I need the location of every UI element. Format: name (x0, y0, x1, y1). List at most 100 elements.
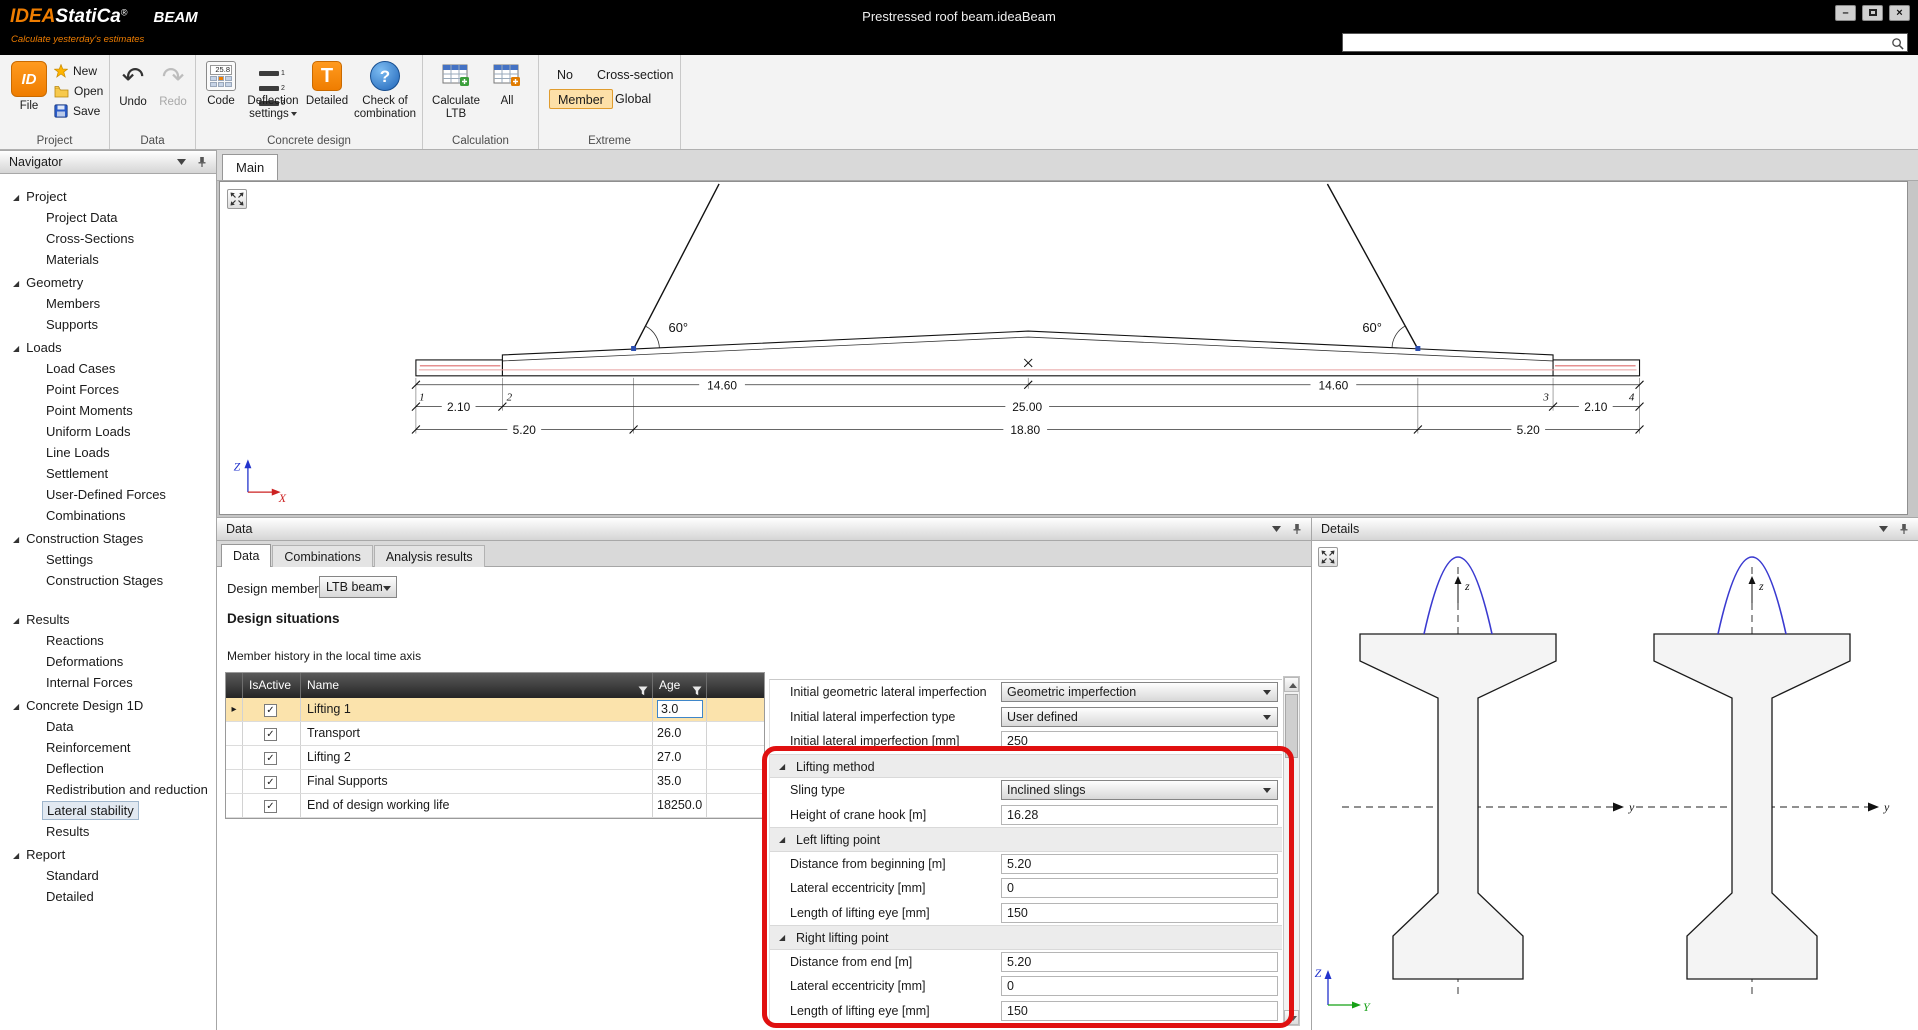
tree-expander-icon[interactable]: ◢ (13, 702, 19, 711)
filter-icon[interactable] (638, 686, 648, 696)
tree-expander-icon[interactable]: ◢ (13, 344, 19, 353)
row-name[interactable]: Transport (301, 722, 653, 745)
property-grid-scrollbar[interactable] (1283, 676, 1300, 1026)
chevron-down-icon[interactable] (1272, 526, 1281, 532)
extreme-global-option[interactable]: Global (615, 89, 651, 109)
prop-section-right-lifting-point[interactable]: ◢Right lifting point (770, 925, 1282, 950)
nav-item-deflection[interactable]: Deflection (0, 758, 216, 779)
tree-expander-icon[interactable]: ◢ (13, 193, 19, 202)
nav-item-point-moments[interactable]: Point Moments (0, 400, 216, 421)
input-length-of-lifting-eye-mm[interactable]: 150 (1001, 903, 1278, 923)
nav-item-reinforcement[interactable]: Reinforcement (0, 737, 216, 758)
fit-view-button[interactable] (227, 189, 247, 209)
extreme-member-option[interactable]: Member (549, 89, 613, 109)
nav-item-reactions[interactable]: Reactions (0, 630, 216, 651)
file-button[interactable]: ID File (8, 60, 50, 113)
code-button[interactable]: 25.8 Code (200, 59, 242, 108)
nav-group-project[interactable]: ◢Project (0, 186, 216, 207)
nav-item-data[interactable]: Data (0, 716, 216, 737)
nav-item-cross-sections[interactable]: Cross-Sections (0, 228, 216, 249)
pin-icon[interactable] (1291, 523, 1303, 535)
beam-canvas[interactable]: 60° 60° (219, 181, 1908, 515)
row-name[interactable]: End of design working life (301, 794, 653, 817)
isactive-checkbox[interactable]: ✓ (264, 800, 277, 813)
tree-expander-icon[interactable]: ◢ (13, 535, 19, 544)
row-name[interactable]: Lifting 2 (301, 746, 653, 769)
nav-item-project-data[interactable]: Project Data (0, 207, 216, 228)
pin-icon[interactable] (1898, 523, 1910, 535)
tab-combinations[interactable]: Combinations (272, 545, 372, 568)
tab-analysis-results[interactable]: Analysis results (374, 545, 485, 568)
save-button[interactable]: Save (54, 102, 100, 120)
isactive-checkbox[interactable]: ✓ (264, 752, 277, 765)
column-name[interactable]: Name (301, 673, 653, 698)
extreme-cross-section-option[interactable]: Cross-section (597, 65, 673, 85)
fit-view-button[interactable] (1318, 547, 1338, 567)
tab-main[interactable]: Main (222, 154, 278, 180)
table-row-lifting-1[interactable]: ▸✓Lifting 13.0 (226, 698, 764, 722)
search-input[interactable] (1346, 34, 1886, 51)
dropdown-sling-type[interactable]: Inclined slings (1001, 780, 1278, 800)
row-name[interactable]: Final Supports (301, 770, 653, 793)
prop-section-left-lifting-point[interactable]: ◢Left lifting point (770, 827, 1282, 852)
input-distance-from-beginning-m[interactable]: 5.20 (1001, 854, 1278, 874)
column-isactive[interactable]: IsActive (243, 673, 301, 698)
input-length-of-lifting-eye-mm[interactable]: 150 (1001, 1001, 1278, 1021)
nav-item-supports[interactable]: Supports (0, 314, 216, 335)
nav-item-deformations[interactable]: Deformations (0, 651, 216, 672)
scroll-down-button[interactable] (1284, 1010, 1299, 1025)
nav-item-standard[interactable]: Standard (0, 865, 216, 886)
nav-group-report[interactable]: ◢Report (0, 844, 216, 865)
nav-item-combinations[interactable]: Combinations (0, 505, 216, 526)
nav-item-load-cases[interactable]: Load Cases (0, 358, 216, 379)
input-height-of-crane-hook-m[interactable]: 16.28 (1001, 805, 1278, 825)
calculate-all-button[interactable]: All (485, 59, 529, 108)
input-distance-from-end-m[interactable]: 5.20 (1001, 952, 1278, 972)
nav-group-concrete-design-1d[interactable]: ◢Concrete Design 1D (0, 695, 216, 716)
row-name[interactable]: Lifting 1 (301, 698, 653, 721)
isactive-checkbox[interactable]: ✓ (264, 704, 277, 717)
nav-item-internal-forces[interactable]: Internal Forces (0, 672, 216, 693)
section-expander-icon[interactable]: ◢ (779, 755, 785, 779)
close-button[interactable]: × (1889, 5, 1910, 21)
nav-group-construction-stages[interactable]: ◢Construction Stages (0, 528, 216, 549)
section-expander-icon[interactable]: ◢ (779, 828, 785, 852)
nav-group-geometry[interactable]: ◢Geometry (0, 272, 216, 293)
chevron-down-icon[interactable] (1879, 526, 1888, 532)
filter-icon[interactable] (692, 686, 702, 696)
tree-expander-icon[interactable]: ◢ (13, 851, 19, 860)
extreme-no-option[interactable]: No (557, 65, 573, 85)
tree-expander-icon[interactable]: ◢ (13, 279, 19, 288)
redo-button[interactable]: ↷ Redo (154, 60, 192, 109)
prop-section-lifting-method[interactable]: ◢Lifting method (770, 754, 1282, 779)
nav-item-line-loads[interactable]: Line Loads (0, 442, 216, 463)
new-button[interactable]: New (54, 62, 97, 80)
table-row-lifting-2[interactable]: ✓Lifting 227.0 (226, 746, 764, 770)
table-row-final-supports[interactable]: ✓Final Supports35.0 (226, 770, 764, 794)
nav-group-results[interactable]: ◢Results (0, 609, 216, 630)
nav-item-point-forces[interactable]: Point Forces (0, 379, 216, 400)
nav-item-user-defined-forces[interactable]: User-Defined Forces (0, 484, 216, 505)
nav-item-uniform-loads[interactable]: Uniform Loads (0, 421, 216, 442)
tab-data[interactable]: Data (221, 544, 271, 568)
chevron-down-icon[interactable] (177, 159, 186, 165)
input-lateral-eccentricity-mm[interactable]: 0 (1001, 878, 1278, 898)
input-initial-lateral-imperfection-mm[interactable]: 250 (1001, 731, 1278, 751)
nav-item-detailed[interactable]: Detailed (0, 886, 216, 907)
dropdown-initial-geometric-lateral-imperfection[interactable]: Geometric imperfection (1001, 682, 1278, 702)
maximize-button[interactable] (1862, 5, 1883, 21)
pin-icon[interactable] (196, 156, 208, 168)
dropdown-initial-lateral-imperfection-type[interactable]: User defined (1001, 707, 1278, 727)
nav-item-lateral-stability[interactable]: Lateral stability (0, 800, 216, 821)
nav-item-results[interactable]: Results (0, 821, 216, 842)
scrollbar-thumb[interactable] (1285, 694, 1298, 758)
open-button[interactable]: Open (54, 82, 103, 100)
isactive-checkbox[interactable]: ✓ (264, 776, 277, 789)
details-content[interactable]: y z y z (1312, 541, 1918, 1030)
undo-button[interactable]: ↶ Undo (114, 60, 152, 109)
minimize-button[interactable]: – (1835, 5, 1856, 21)
detailed-button[interactable]: T Detailed (304, 59, 350, 108)
nav-item-redistribution-and-reduction[interactable]: Redistribution and reduction (0, 779, 216, 800)
table-row-transport[interactable]: ✓Transport26.0 (226, 722, 764, 746)
calculate-ltb-button[interactable]: Calculate LTB (431, 59, 481, 121)
